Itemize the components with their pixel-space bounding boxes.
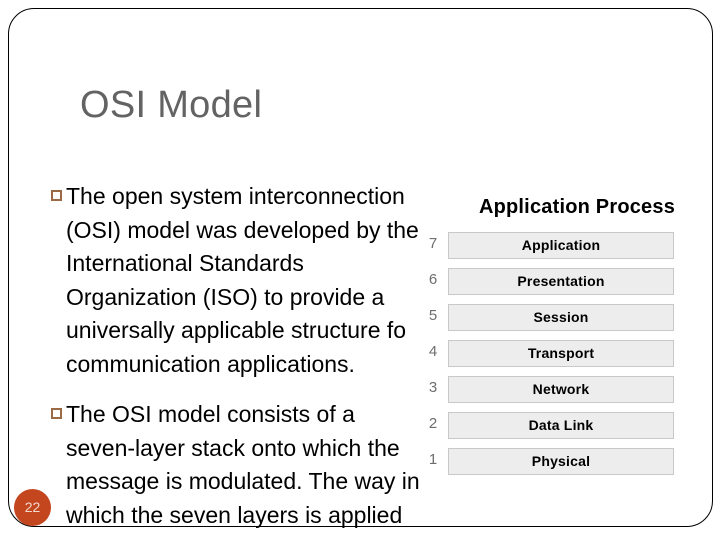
layer-label: Physical [531,453,591,469]
layer-number: 1 [428,451,438,468]
slide-number-text: 22 [24,499,41,515]
slide-number-badge: 22 [14,489,51,526]
list-item: The open system interconnection (OSI) mo… [50,180,428,381]
layer-label: Application [521,237,601,253]
layer-number: 3 [428,379,438,396]
layer-label: Session [533,309,589,325]
layer-label: Presentation [517,273,605,289]
layer-box: Data Link [448,412,674,439]
body-text-column: The open system interconnection (OSI) mo… [50,180,428,532]
layer-box: Network [448,376,674,403]
osi-layer-row: 5 Session [424,304,674,331]
diagram-heading: Application Process [478,196,676,218]
layer-number: 5 [428,307,438,324]
layer-label: Network [532,381,590,397]
slide-canvas: OSI Model The open system interconnectio… [0,0,720,540]
layer-box: Presentation [448,268,674,295]
layer-box: Session [448,304,674,331]
osi-layer-row: 6 Presentation [424,268,674,295]
osi-layer-row: 4 Transport [424,340,674,367]
page-title: OSI Model [80,84,263,127]
layer-number: 7 [428,235,438,252]
osi-layer-row: 1 Physical [424,448,674,475]
layer-label: Transport [527,345,595,361]
layer-number: 2 [428,415,438,432]
osi-layer-row: 2 Data Link [424,412,674,439]
layer-box: Physical [448,448,674,475]
list-item-text: The OSI model consists of a seven-layer … [66,401,420,528]
osi-layer-row: 3 Network [424,376,674,403]
layer-number: 6 [428,271,438,288]
list-item-text: The open system interconnection (OSI) mo… [66,183,419,377]
square-bullet-icon [51,190,62,201]
osi-layer-row: 7 Application [424,232,674,259]
layer-label: Data Link [528,417,594,433]
layer-box: Application [448,232,674,259]
square-bullet-icon [51,408,62,419]
layer-box: Transport [448,340,674,367]
layer-number: 4 [428,343,438,360]
list-item: The OSI model consists of a seven-layer … [50,398,428,532]
